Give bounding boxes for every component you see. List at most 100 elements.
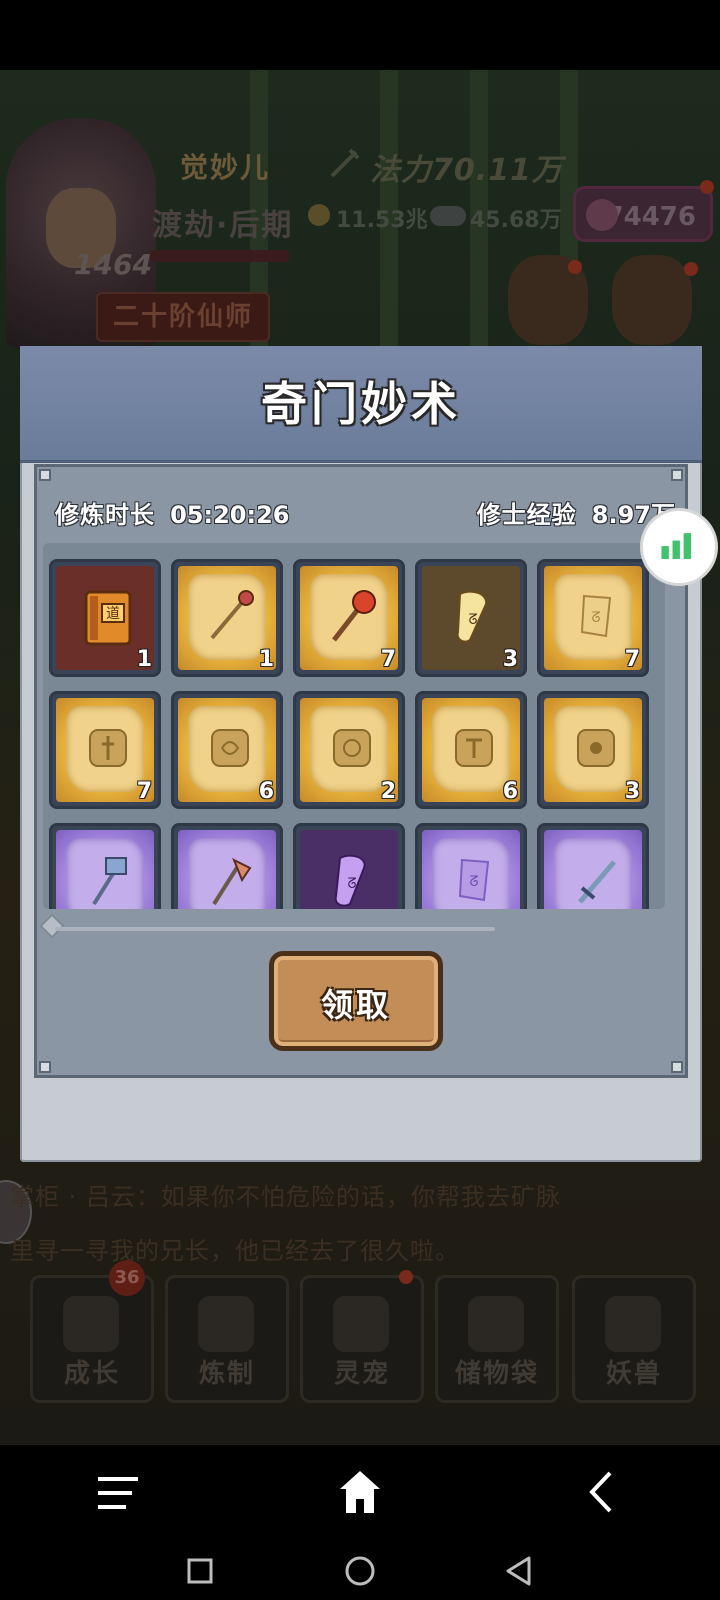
- notification-dot: [568, 260, 582, 274]
- claim-button[interactable]: 领取: [269, 951, 443, 1051]
- menu-icon[interactable]: [96, 1473, 140, 1513]
- hammer-rune-stone-icon: [455, 729, 493, 767]
- mana-power: 法力70.11万: [370, 153, 563, 188]
- triangle-back-icon[interactable]: [504, 1555, 534, 1587]
- reward-item-slot[interactable]: ᘔ: [415, 823, 527, 909]
- reward-grid-viewport[interactable]: 道117ᘔ3ᘔ776263ᘔᘔ: [43, 543, 665, 909]
- reward-item-slot[interactable]: 7: [49, 691, 161, 809]
- gem-counter[interactable]: 74476: [573, 186, 713, 242]
- item-background: ᘔ: [422, 830, 520, 909]
- notification-dot: [399, 1270, 413, 1284]
- modal-header: 奇门妙术: [20, 346, 702, 463]
- item-count: 1: [258, 647, 274, 672]
- anvil-icon: [198, 1296, 254, 1352]
- panel-corner: [671, 469, 683, 481]
- sun-rune-stone-icon: [577, 729, 615, 767]
- svg-text:ᘔ: ᘔ: [347, 876, 356, 892]
- scroll-fragment-icon: ᘔ: [580, 594, 612, 638]
- reward-item-slot[interactable]: 2: [293, 691, 405, 809]
- recents-icon[interactable]: [186, 1557, 214, 1585]
- coin-icon: [308, 204, 330, 226]
- panel-corner: [39, 1061, 51, 1073]
- qimen-modal: 奇门妙术 修炼时长 05:20:26 修士经验 8.97万 道117ᘔ3ᘔ776…: [20, 346, 702, 1162]
- player-header: 觉妙儿 渡劫·后期 1464 二十阶仙师 法力70.11万 11.53兆 45.…: [0, 70, 720, 360]
- beast-icon: [605, 1296, 661, 1352]
- dao-book-icon: 道: [84, 590, 132, 646]
- scroll-handle[interactable]: [39, 913, 65, 939]
- nav-label: 妖兽: [605, 1359, 662, 1389]
- reward-panel: 修炼时长 05:20:26 修士经验 8.97万 道117ᘔ3ᘔ776263ᘔᘔ…: [34, 464, 688, 1078]
- svg-text:ᘔ: ᘔ: [468, 612, 477, 628]
- nav-beast[interactable]: 妖兽: [572, 1275, 696, 1403]
- player-level: 1464: [74, 248, 152, 281]
- growth-icon: [63, 1296, 119, 1352]
- exp-label: 修士经验: [476, 501, 577, 529]
- system-navigation-bar: [0, 1445, 720, 1600]
- reward-item-slot[interactable]: 7: [293, 559, 405, 677]
- reward-item-slot[interactable]: ᘔ: [293, 823, 405, 909]
- reward-item-slot[interactable]: ᘔ3: [415, 559, 527, 677]
- purple-axe-icon: [212, 857, 252, 906]
- reward-item-slot[interactable]: 1: [171, 559, 283, 677]
- nav-label: 成长: [63, 1359, 120, 1389]
- back-icon[interactable]: [586, 1469, 616, 1515]
- nav-label: 灵宠: [333, 1359, 390, 1389]
- item-background: [178, 830, 276, 909]
- rank-badge[interactable]: 二十阶仙师: [96, 292, 270, 342]
- reward-item-slot[interactable]: 道1: [49, 559, 161, 677]
- item-count: 6: [258, 779, 274, 804]
- growth-badge: 36: [109, 1260, 145, 1296]
- training-time: 修炼时长 05:20:26: [55, 495, 289, 530]
- purple-scroll-fragment-icon: ᘔ: [458, 858, 490, 902]
- modal-title: 奇门妙术: [261, 377, 461, 431]
- reward-item-slot[interactable]: ᘔ7: [537, 559, 649, 677]
- nav-refine[interactable]: 炼制: [165, 1275, 289, 1403]
- npc-dialogue: 掌柜 · 吕云：如果你不怕危险的话，你帮我去矿脉 里寻一寻我的兄长，他已经去了很…: [10, 1170, 700, 1278]
- item-count: 1: [136, 647, 152, 672]
- svg-text:道: 道: [106, 606, 120, 622]
- reward-item-slot[interactable]: [49, 823, 161, 909]
- scroll-track[interactable]: [55, 927, 495, 931]
- item-count: 3: [502, 647, 518, 672]
- item-count: 2: [380, 779, 396, 804]
- bag-icon: [468, 1296, 524, 1352]
- panel-corner: [671, 1061, 683, 1073]
- player-name: 觉妙儿: [180, 151, 271, 184]
- item-count: 3: [624, 779, 640, 804]
- golden-staff-scroll-icon: [210, 590, 254, 640]
- nav-pet[interactable]: 灵宠: [300, 1270, 424, 1403]
- reward-item-slot[interactable]: 3: [537, 691, 649, 809]
- item-background: [56, 830, 154, 909]
- sword-rune-stone-icon: [89, 729, 127, 767]
- svg-text:ᘔ: ᘔ: [469, 874, 478, 890]
- item-background: [544, 830, 642, 909]
- coin-amount: 11.53兆: [336, 208, 428, 233]
- bottom-navigation: 36 成长 炼制 灵宠 储物袋 妖兽: [0, 1260, 720, 1445]
- reward-item-slot[interactable]: [537, 823, 649, 909]
- circle-home-icon[interactable]: [344, 1555, 376, 1587]
- panel-corner: [39, 469, 51, 481]
- purple-hammer-icon: [92, 857, 127, 906]
- gem-amount: 74476: [605, 202, 696, 232]
- hp-bar: [150, 250, 290, 262]
- reward-item-slot[interactable]: 6: [415, 691, 527, 809]
- bar-chart-icon: [661, 533, 691, 559]
- nav-storage[interactable]: 储物袋: [435, 1275, 559, 1403]
- training-stats: 修炼时长 05:20:26 修士经验 8.97万: [55, 495, 675, 535]
- nav-label: 储物袋: [454, 1359, 539, 1389]
- spirit-amount: 45.68万: [470, 208, 562, 233]
- notification-dot: [684, 262, 698, 276]
- item-count: 7: [136, 779, 152, 804]
- floating-stats-bubble[interactable]: [640, 508, 718, 586]
- golden-scroll-icon: ᘔ: [456, 590, 488, 643]
- reward-item-slot[interactable]: 6: [171, 691, 283, 809]
- fruit-tree-icon[interactable]: [612, 255, 692, 345]
- reward-item-slot[interactable]: [171, 823, 283, 909]
- spirit-cloud-icon: [430, 206, 466, 226]
- purple-scroll-icon: ᘔ: [334, 854, 366, 907]
- item-count: 7: [624, 647, 640, 672]
- svg-text:ᘔ: ᘔ: [591, 610, 600, 626]
- home-icon[interactable]: [338, 1469, 382, 1515]
- nav-growth[interactable]: 36 成长: [30, 1260, 154, 1403]
- dialogue-line: 掌柜 · 吕云：如果你不怕危险的话，你帮我去矿脉: [10, 1183, 561, 1211]
